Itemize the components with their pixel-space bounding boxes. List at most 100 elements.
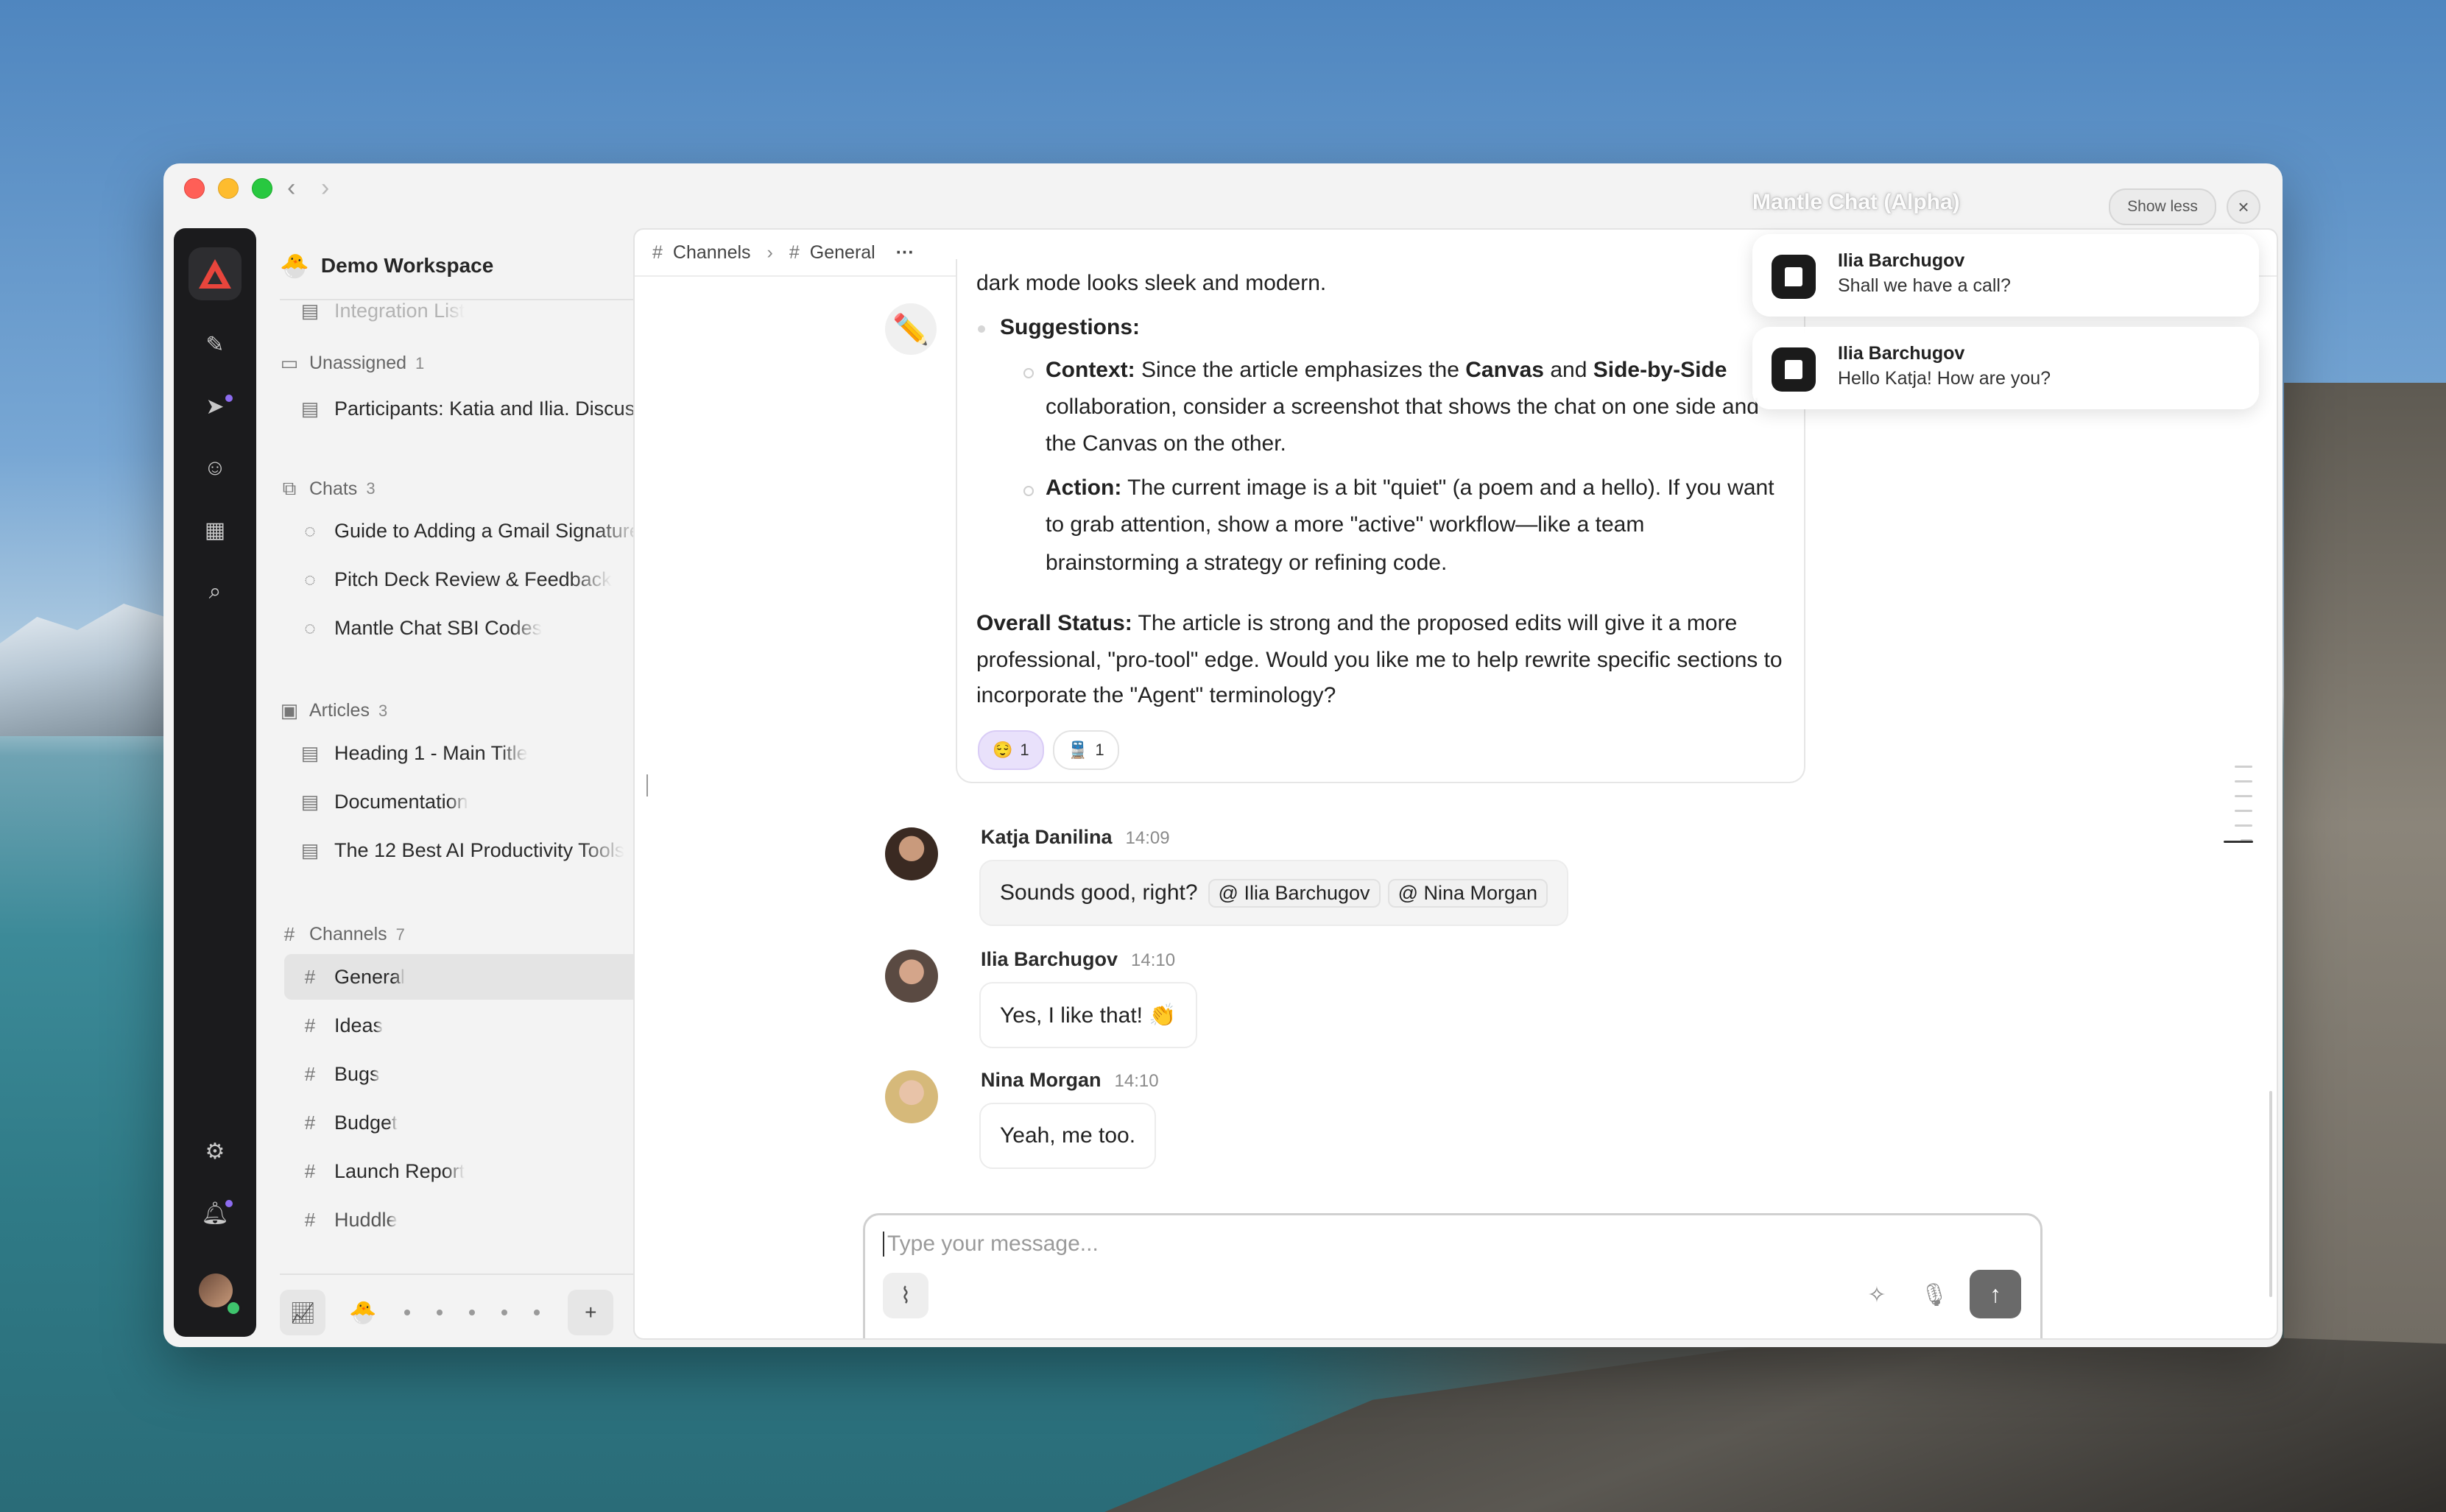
folder-icon: ▭ — [280, 352, 299, 374]
analytics-chart-icon[interactable]: 📈︎ — [280, 1290, 325, 1335]
avatar[interactable] — [885, 1070, 938, 1123]
mention-chip[interactable]: @ Ilia Barchugov — [1208, 878, 1381, 908]
sidebar-item-label: Guide to Adding a Gmail Signature — [334, 519, 641, 542]
articles-icon: ▣ — [280, 699, 299, 721]
minimap-tick[interactable] — [2235, 824, 2252, 827]
message-input[interactable]: Type your message... — [883, 1232, 1099, 1257]
sidebar-item-label: Participants: Katia and Ilia. Discussion — [334, 397, 672, 420]
chat-bubble-icon: ◌ — [304, 568, 316, 590]
show-less-button[interactable]: Show less — [2109, 188, 2216, 225]
message-composer: Type your message... ⌇ ✧ 🎙︎ ↑ — [863, 1213, 2043, 1338]
section-label: Articles — [309, 700, 370, 721]
message-bubble: Yes, I like that! 👏 — [979, 982, 1197, 1048]
notification-message: Hello Katja! How are you? — [1838, 368, 2051, 389]
paperclip-icon[interactable]: ⌇ — [883, 1273, 928, 1318]
workspace-dot[interactable] — [437, 1310, 443, 1315]
app-notification-icon — [1772, 255, 1816, 299]
zoom-window-button[interactable] — [252, 178, 272, 199]
breadcrumb-channels[interactable]: Channels — [673, 242, 751, 264]
close-notifications-icon[interactable]: × — [2227, 190, 2260, 224]
back-arrow-icon[interactable]: ‹ — [287, 174, 295, 202]
workspace-dot[interactable] — [534, 1310, 540, 1315]
document-icon: ▤ — [300, 838, 320, 861]
search-icon[interactable]: ⌕ — [200, 577, 230, 607]
notification-dot — [225, 1200, 233, 1207]
minimap-tick[interactable] — [2235, 810, 2252, 812]
hash-icon: # — [283, 923, 295, 945]
message-text: the Canvas on the other. — [1046, 431, 1286, 456]
section-articles[interactable]: ▣ Articles 3 — [278, 699, 388, 722]
mention-chip[interactable]: @ Nina Morgan — [1387, 878, 1548, 908]
section-count: 3 — [366, 479, 376, 498]
message-author: Ilia Barchugov 14:10 — [981, 948, 1176, 970]
breadcrumb-current-channel[interactable]: General — [810, 242, 875, 264]
message-text: Suggestions: — [1000, 315, 1141, 339]
minimap-current[interactable] — [2224, 841, 2253, 843]
background-rock-bottom — [1104, 1325, 2446, 1512]
message-bubble: Sounds good, right? @ Ilia Barchugov @ N… — [979, 860, 1569, 926]
sidebar-item-label: Documentation — [334, 790, 468, 813]
bullet — [1023, 368, 1034, 378]
settings-gear-icon[interactable]: ⚙ — [200, 1137, 230, 1166]
minimap-tick[interactable] — [2235, 795, 2252, 797]
resize-handle[interactable] — [646, 774, 648, 796]
reaction-chip[interactable]: 😌 1 — [978, 730, 1044, 770]
add-workspace-button[interactable]: + — [568, 1290, 614, 1335]
section-chats[interactable]: ⧉ Chats 3 — [278, 477, 376, 501]
notification-message: Shall we have a call? — [1838, 275, 2011, 296]
microphone-icon[interactable]: 🎙︎ — [1920, 1280, 1949, 1310]
avatar[interactable] — [885, 827, 938, 880]
message-text: incorporate the "Agent" terminology? — [976, 683, 1336, 707]
minimize-window-button[interactable] — [218, 178, 239, 199]
forward-arrow-icon[interactable]: › — [321, 174, 329, 202]
hash-icon: # — [304, 1208, 316, 1231]
more-options-icon[interactable]: ··· — [896, 242, 914, 264]
message-text: brainstorming a strategy or refining cod… — [1046, 551, 1448, 575]
reaction-chip[interactable]: 🚆 1 — [1053, 730, 1119, 770]
close-window-button[interactable] — [184, 178, 205, 199]
document-icon: ▤ — [300, 741, 320, 764]
sidebar-item-label: Launch Report — [334, 1159, 465, 1182]
avatar[interactable] — [885, 950, 938, 1003]
magic-wand-icon[interactable]: ✧ — [1862, 1280, 1892, 1310]
hash-icon: # — [304, 1159, 316, 1182]
calendar-icon[interactable]: ▦ — [200, 515, 230, 545]
hash-icon: # — [304, 1062, 316, 1085]
bot-icon[interactable]: ☺ — [200, 453, 230, 483]
sidebar-item-label: Heading 1 - Main Title — [334, 741, 528, 764]
workspace-switcher[interactable]: 🐣 Demo Workspace — [280, 240, 493, 292]
notification-card[interactable]: Ilia Barchugov Hello Katja! How are you? — [1752, 327, 2259, 409]
document-icon: ▤ — [300, 397, 320, 420]
section-label: Channels — [309, 924, 387, 944]
workspace-dot[interactable] — [404, 1310, 411, 1315]
notification-sender: Ilia Barchugov — [1838, 250, 1965, 271]
workspace-dot[interactable] — [501, 1310, 508, 1315]
bullet — [978, 325, 985, 333]
app-logo-icon — [199, 259, 231, 289]
notification-card[interactable]: Ilia Barchugov Shall we have a call? — [1752, 234, 2259, 317]
workspace-dot[interactable] — [469, 1310, 476, 1315]
minimap-tick[interactable] — [2235, 766, 2252, 768]
section-count: 3 — [378, 701, 388, 720]
scrollbar[interactable] — [2269, 1091, 2272, 1297]
section-channels[interactable]: # Channels 7 — [278, 923, 405, 946]
notification-group-title: Mantle Chat (Alpha) — [1752, 190, 1960, 214]
send-button[interactable]: ↑ — [1970, 1270, 2021, 1318]
minimap-tick[interactable] — [2235, 780, 2252, 783]
notification-dot — [225, 395, 233, 402]
compose-icon[interactable]: ✎ — [200, 330, 230, 359]
app-logo[interactable] — [188, 247, 242, 300]
workspace-name: Demo Workspace — [320, 254, 494, 277]
workspace-emoji[interactable]: 🐣 — [349, 1300, 376, 1326]
chevron-right-icon: › — [766, 241, 773, 263]
sidebar-item-label: Ideas — [334, 1014, 384, 1036]
sidebar-item-label: The 12 Best AI Productivity Tools — [334, 838, 625, 861]
message-text: Overall Status: The article is strong an… — [976, 611, 1738, 635]
section-count: 7 — [395, 925, 405, 944]
section-unassigned[interactable]: ▭ Unassigned 1 — [278, 352, 425, 375]
message-author: Nina Morgan 14:10 — [981, 1069, 1159, 1091]
sidebar-item-label: Bugs — [334, 1062, 380, 1085]
message-text: to grab attention, show a more "active" … — [1046, 512, 1645, 537]
sidebar-item-label: General — [334, 965, 406, 988]
chats-icon: ⧉ — [282, 477, 297, 499]
